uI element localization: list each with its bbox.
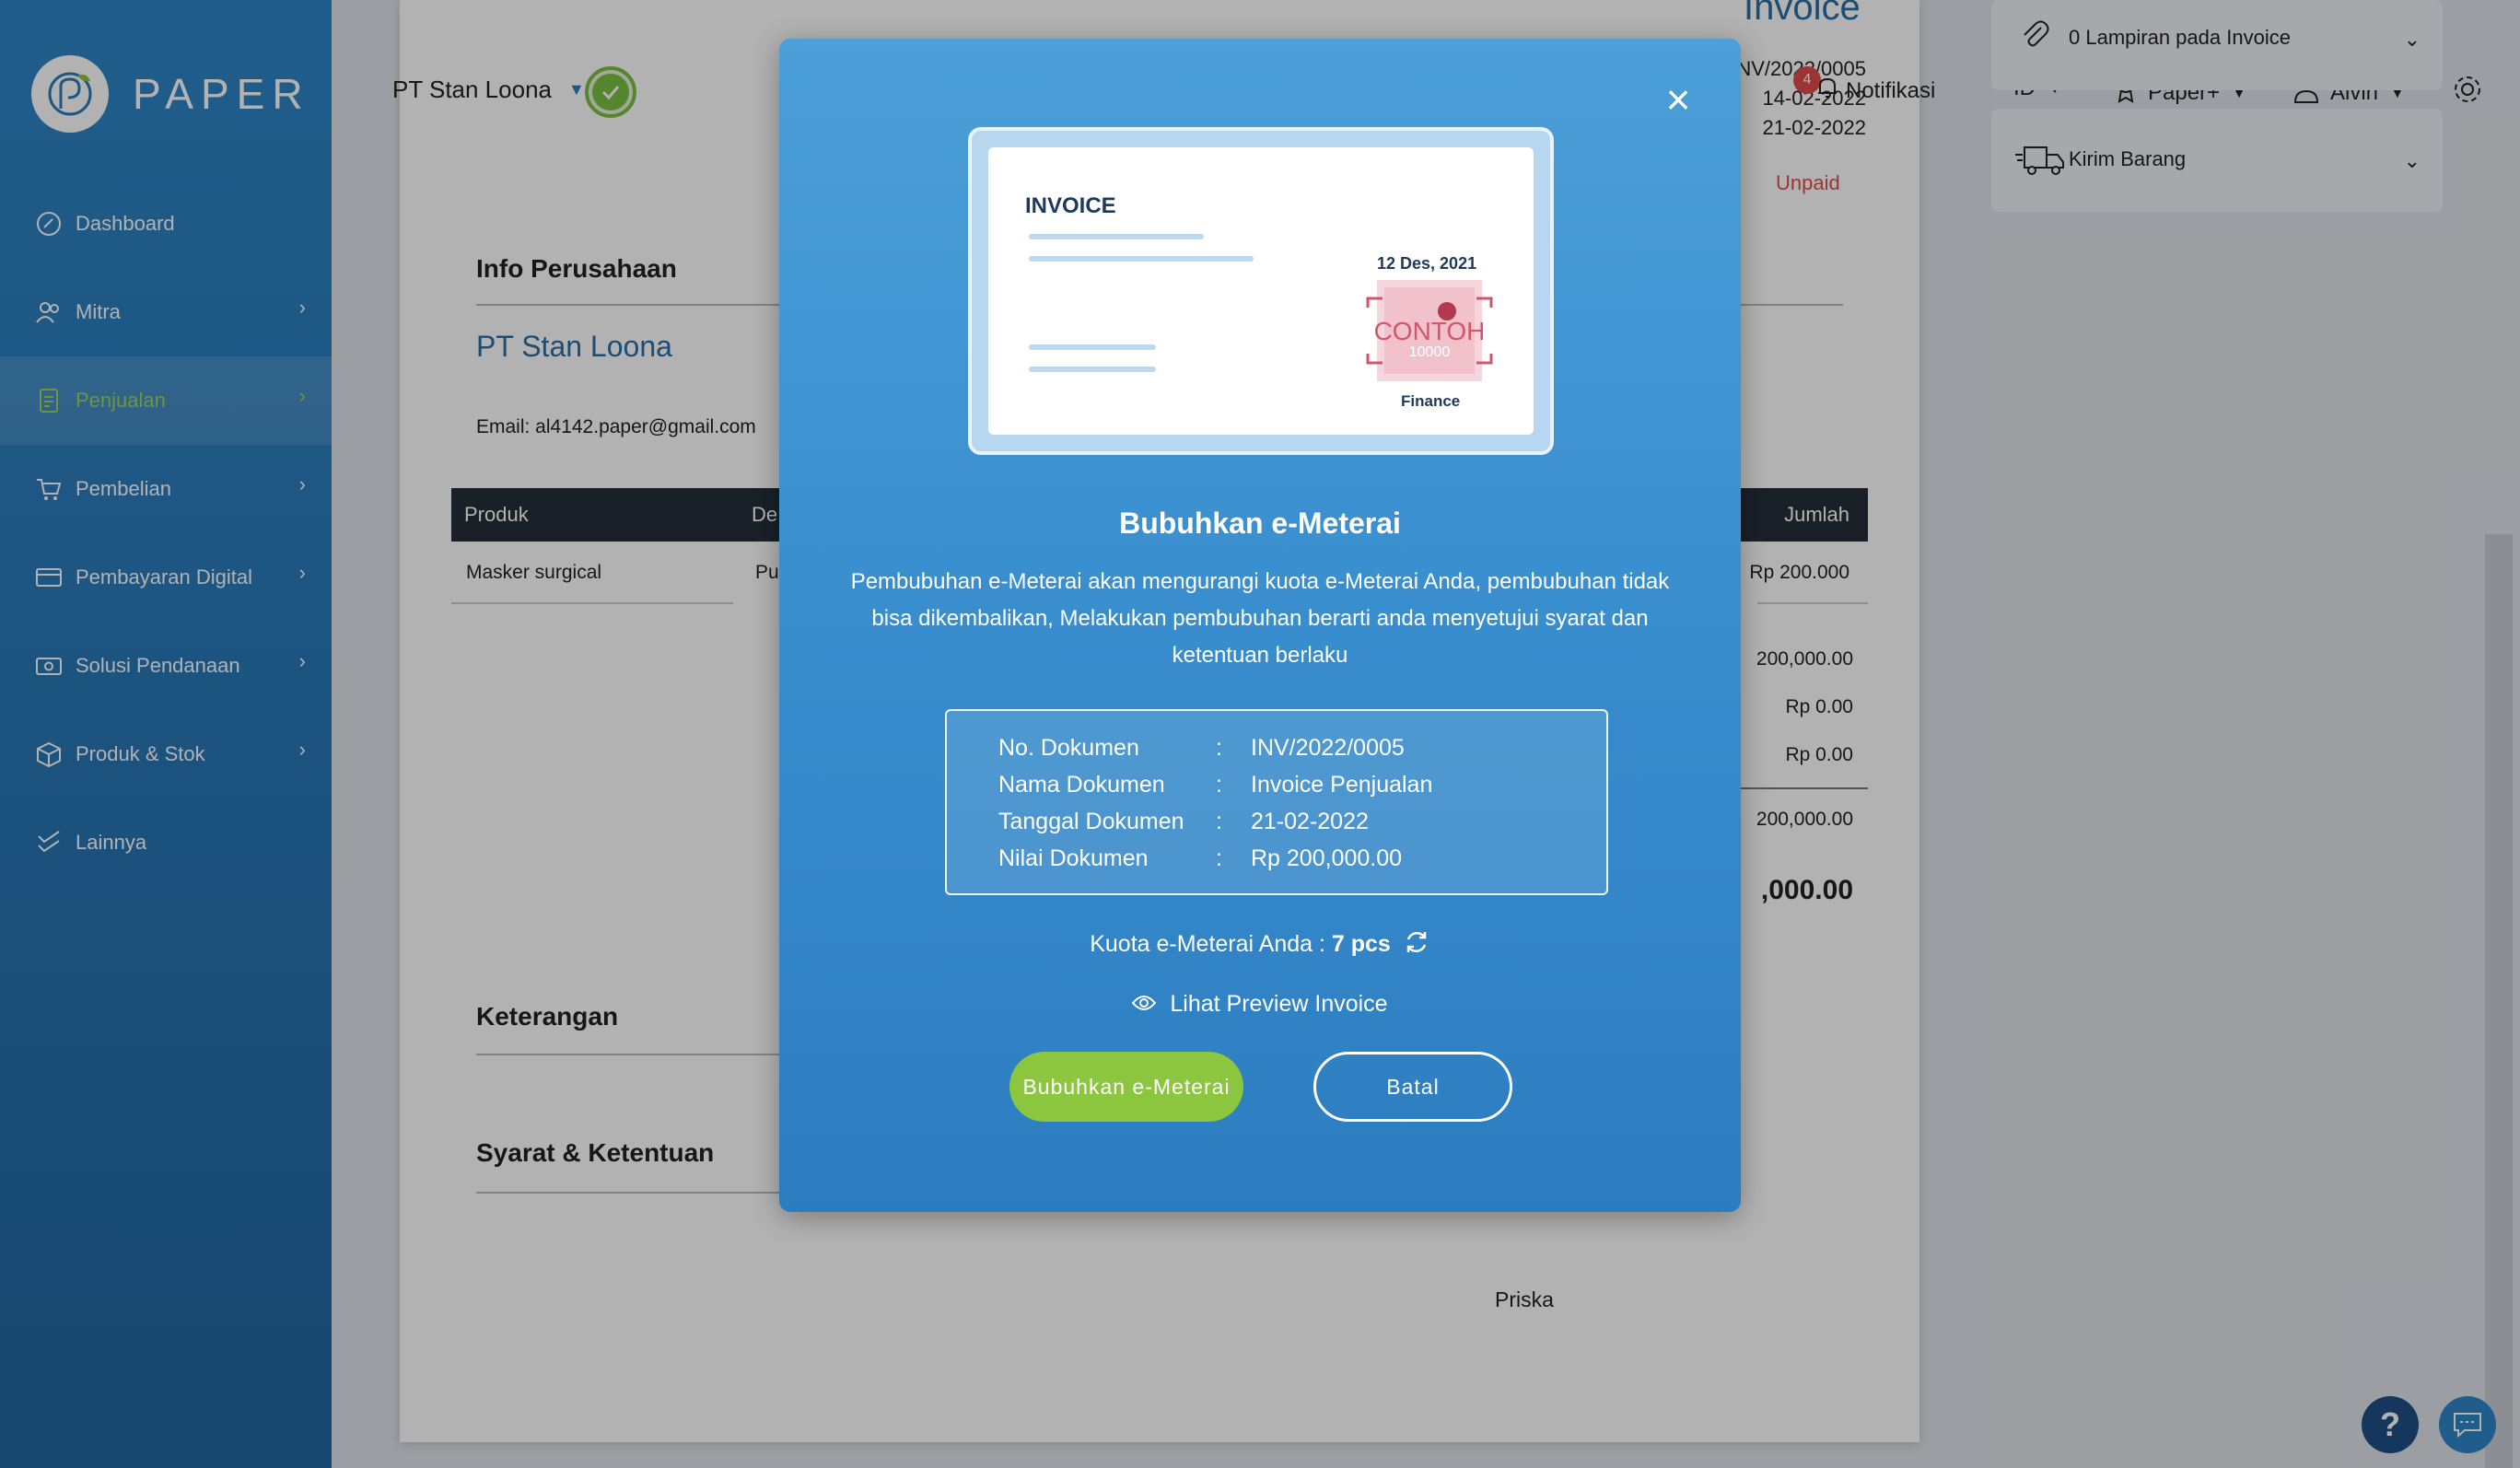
stamp-value: 10000: [1408, 344, 1451, 360]
doc-value: INV/2022/0005: [1251, 735, 1405, 761]
placeholder-line: [1029, 234, 1204, 239]
preview-signer: Finance: [1401, 392, 1461, 410]
eye-icon: [1132, 992, 1157, 1019]
emeterai-stamp: CONTOH 10000: [1364, 280, 1495, 381]
modal-title: Bubuhkan e-Meterai: [1119, 507, 1401, 540]
close-icon[interactable]: ×: [1658, 78, 1698, 121]
doc-value: Rp 200,000.00: [1251, 845, 1403, 871]
invoice-preview: INVOICE 12 Des, 2021 CONTOH 10000 Financ…: [988, 147, 1534, 435]
doc-key: No. Dokumen: [998, 735, 1139, 761]
placeholder-line: [1029, 367, 1156, 372]
placeholder-line: [1029, 344, 1156, 350]
preview-date: 12 Des, 2021: [1377, 254, 1477, 273]
doc-key: Tanggal Dokumen: [998, 809, 1184, 834]
quota-info: Kuota e-Meterai Anda : 7 pcs: [779, 928, 1741, 962]
modal-description: Pembubuhan e-Meterai akan mengurangi kuo…: [850, 569, 1670, 668]
placeholder-line: [1029, 256, 1254, 262]
doc-value: Invoice Penjualan: [1251, 772, 1433, 798]
refresh-icon[interactable]: [1403, 928, 1430, 962]
cancel-button[interactable]: Batal: [1313, 1052, 1512, 1122]
doc-separator: :: [1216, 772, 1222, 798]
doc-separator: :: [1216, 809, 1222, 834]
doc-key: Nilai Dokumen: [998, 845, 1149, 871]
doc-separator: :: [1216, 845, 1222, 871]
apply-emeterai-button[interactable]: Bubuhkan e-Meterai: [1009, 1052, 1243, 1122]
quota-value: 7 pcs: [1331, 931, 1391, 958]
stamp-text: CONTOH: [1373, 317, 1486, 345]
preview-link-label: Lihat Preview Invoice: [1170, 991, 1388, 1017]
quota-label: Kuota e-Meterai Anda :: [1090, 931, 1325, 958]
document-details: No. Dokumen : INV/2022/0005 Nama Dokumen…: [945, 709, 1608, 895]
doc-key: Nama Dokumen: [998, 772, 1165, 798]
doc-separator: :: [1216, 735, 1222, 761]
invoice-preview-card: INVOICE 12 Des, 2021 CONTOH 10000 Financ…: [968, 127, 1554, 455]
preview-invoice-link[interactable]: Lihat Preview Invoice: [779, 991, 1741, 1019]
preview-title: INVOICE: [1025, 193, 1116, 218]
doc-value: 21-02-2022: [1251, 809, 1369, 834]
emeterai-modal: × INVOICE 12 Des, 2021 CONTOH 10000 Fina…: [779, 39, 1741, 1212]
